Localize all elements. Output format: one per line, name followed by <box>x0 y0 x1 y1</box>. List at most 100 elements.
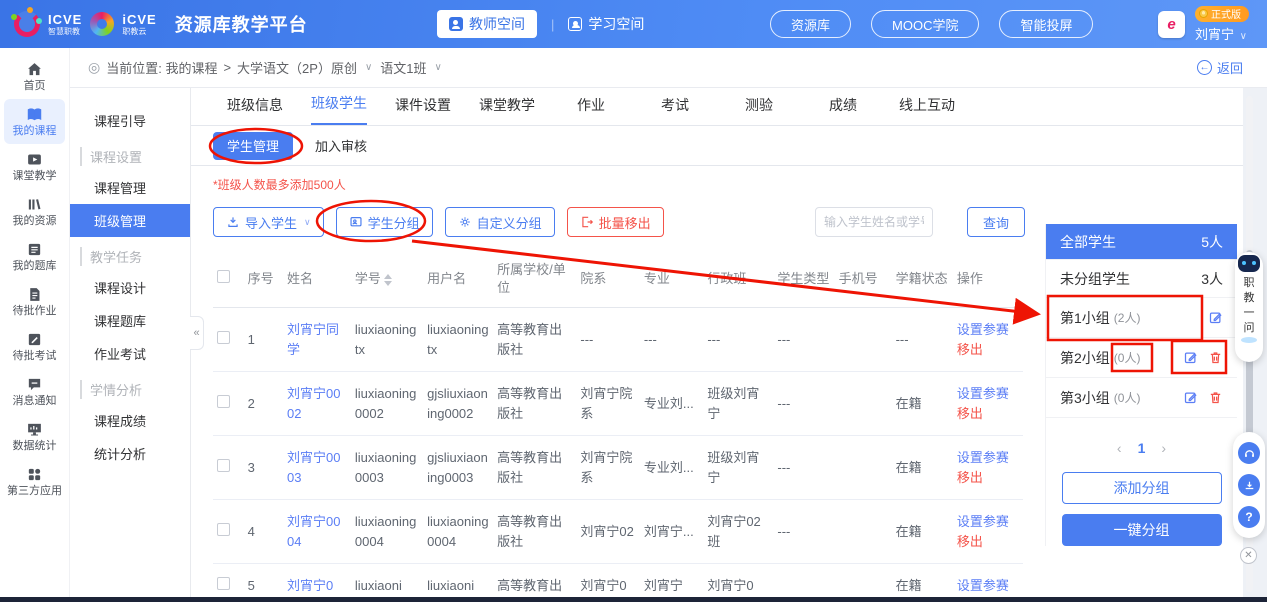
submenu-item-course-management[interactable]: 课程管理 <box>70 171 190 204</box>
add-group-button[interactable]: 添加分组 <box>1062 472 1222 504</box>
group-item-2[interactable]: 第2小组 (0人) <box>1046 338 1237 378</box>
version-badge: 正式版 <box>1195 6 1249 22</box>
cell-department: 刘宵宁02 <box>576 500 639 564</box>
subtab-student-management[interactable]: 学生管理 <box>213 132 293 160</box>
edit-group-icon[interactable] <box>1208 310 1223 325</box>
cell-student-id: liuxiaoning0002 <box>351 372 423 436</box>
teacher-space-tab[interactable]: 教师空间 <box>437 10 537 38</box>
mooc-college-button[interactable]: MOOC学院 <box>871 10 979 38</box>
submenu-item-statistical-analysis[interactable]: 统计分析 <box>70 437 190 470</box>
page-number[interactable]: 1 <box>1138 440 1146 456</box>
download-button[interactable] <box>1238 474 1260 496</box>
sidebar-item-my-resources[interactable]: 我的资源 <box>4 189 65 234</box>
student-name-link[interactable]: 刘宵宁0003 <box>287 450 340 485</box>
row-checkbox[interactable] <box>217 523 230 536</box>
sidebar-item-pending-exam[interactable]: 待批考试 <box>4 324 65 369</box>
col-no: 序号 <box>244 251 283 308</box>
customer-service-button[interactable] <box>1238 442 1260 464</box>
col-username: 用户名 <box>423 251 493 308</box>
page-next-icon[interactable]: › <box>1161 440 1166 456</box>
row-checkbox[interactable] <box>217 459 230 472</box>
learning-space-tab[interactable]: 学习空间 <box>568 14 644 34</box>
student-name-link[interactable]: 刘宵宁0002 <box>287 386 340 421</box>
student-search-input[interactable] <box>815 207 933 237</box>
student-grouping-button[interactable]: 学生分组 <box>336 207 433 237</box>
set-contest-link[interactable]: 设置参赛 <box>957 448 1019 468</box>
edit-group-icon[interactable] <box>1183 350 1198 365</box>
tab-homework[interactable]: 作业 <box>549 95 633 125</box>
submenu-item-course-question-bank[interactable]: 课程题库 <box>70 304 190 337</box>
sidebar-item-home[interactable]: 首页 <box>4 54 65 99</box>
set-contest-link[interactable]: 设置参赛 <box>957 320 1019 340</box>
custom-grouping-button[interactable]: 自定义分组 <box>445 207 555 237</box>
one-click-group-button[interactable]: 一键分组 <box>1062 514 1222 546</box>
select-all-checkbox[interactable] <box>217 270 230 283</box>
group-ungrouped-label: 未分组学生 <box>1060 269 1130 289</box>
user-menu[interactable]: 刘宵宁 ∨ <box>1195 24 1249 43</box>
tab-class-students[interactable]: 班级学生 <box>297 93 381 125</box>
sort-icon[interactable] <box>384 274 392 286</box>
student-name-link[interactable]: 刘宵宁同学 <box>287 322 339 357</box>
row-checkbox[interactable] <box>217 395 230 408</box>
sidebar-item-classroom-teaching[interactable]: 课堂教学 <box>4 144 65 189</box>
row-checkbox[interactable] <box>217 577 230 590</box>
sidebar-item-question-bank[interactable]: 我的题库 <box>4 234 65 279</box>
set-contest-link[interactable]: 设置参赛 <box>957 512 1019 532</box>
submenu-item-class-management[interactable]: 班级管理 <box>70 204 190 237</box>
tab-quiz[interactable]: 测验 <box>717 95 801 125</box>
tab-class-info[interactable]: 班级信息 <box>213 95 297 125</box>
app-launcher-icon[interactable]: e <box>1158 11 1185 38</box>
close-floating-toolbar-button[interactable]: ✕ <box>1240 547 1257 564</box>
sidebar-item-statistics[interactable]: 数据统计 <box>4 414 65 459</box>
query-button[interactable]: 查询 <box>967 207 1025 237</box>
sidebar-label: 待批作业 <box>13 306 57 317</box>
remove-link[interactable]: 移出 <box>957 468 1019 488</box>
tab-courseware-settings[interactable]: 课件设置 <box>381 95 465 125</box>
set-contest-link[interactable]: 设置参赛 <box>957 384 1019 404</box>
tab-exam[interactable]: 考试 <box>633 95 717 125</box>
delete-group-icon[interactable] <box>1208 350 1223 365</box>
submenu-item-course-grades[interactable]: 课程成绩 <box>70 404 190 437</box>
submenu-item-course-guide[interactable]: 课程引导 <box>70 104 190 137</box>
submenu-item-course-design[interactable]: 课程设计 <box>70 271 190 304</box>
remove-link[interactable]: 移出 <box>957 532 1019 552</box>
tab-online-interaction[interactable]: 线上互动 <box>885 95 969 125</box>
row-checkbox[interactable] <box>217 331 230 344</box>
breadcrumb-course-select[interactable]: 大学语文（2P）原创 <box>237 58 357 77</box>
tab-grades[interactable]: 成绩 <box>801 95 885 125</box>
sidebar-item-messages[interactable]: 消息通知 <box>4 369 65 414</box>
help-button[interactable]: ? <box>1238 506 1260 528</box>
remove-link[interactable]: 移出 <box>957 404 1019 424</box>
class-tabs: 班级信息 班级学生 课件设置 课堂教学 作业 考试 测验 成绩 线上互动 <box>191 88 1243 126</box>
user-zone: e 正式版 刘宵宁 ∨ <box>1158 0 1249 48</box>
student-name-link[interactable]: 刘宵宁0004 <box>287 514 340 549</box>
sidebar-item-third-party-apps[interactable]: 第三方应用 <box>4 459 65 504</box>
tab-classroom-teaching[interactable]: 课堂教学 <box>465 95 549 125</box>
download-icon <box>1243 479 1256 492</box>
submenu-collapse-handle[interactable]: « <box>190 316 204 350</box>
set-contest-link[interactable]: 设置参赛 <box>957 576 1019 596</box>
back-button[interactable]: ← 返回 <box>1197 58 1243 77</box>
sidebar-item-pending-homework[interactable]: 待批作业 <box>4 279 65 324</box>
group-item-1[interactable]: 第1小组 (2人) <box>1046 298 1237 338</box>
pending-homework-icon <box>26 286 43 303</box>
import-students-button[interactable]: 导入学生 ∨ <box>213 207 324 237</box>
group-ungrouped-students[interactable]: 未分组学生 3人 <box>1046 260 1237 298</box>
page-prev-icon[interactable]: ‹ <box>1117 440 1122 456</box>
batch-remove-button[interactable]: 批量移出 <box>567 207 664 237</box>
delete-group-icon[interactable] <box>1208 390 1223 405</box>
subtab-join-review[interactable]: 加入审核 <box>315 136 367 155</box>
resource-library-button[interactable]: 资源库 <box>770 10 851 38</box>
breadcrumb-class-select[interactable]: 语文1班 <box>380 58 426 77</box>
student-name-link[interactable]: 刘宵宁0 <box>287 578 333 593</box>
smart-cast-button[interactable]: 智能投屏 <box>999 10 1093 38</box>
group-all-students[interactable]: 全部学生 5人 <box>1046 224 1237 260</box>
sidebar-item-my-courses[interactable]: 我的课程 <box>4 99 65 144</box>
col-department: 院系 <box>576 251 639 308</box>
col-student-id: 学号 <box>351 251 423 308</box>
remove-link[interactable]: 移出 <box>957 340 1019 360</box>
assistant-widget[interactable]: 职教一问 <box>1235 252 1263 362</box>
group-item-3[interactable]: 第3小组 (0人) <box>1046 378 1237 418</box>
submenu-item-homework-exam[interactable]: 作业考试 <box>70 337 190 370</box>
edit-group-icon[interactable] <box>1183 390 1198 405</box>
